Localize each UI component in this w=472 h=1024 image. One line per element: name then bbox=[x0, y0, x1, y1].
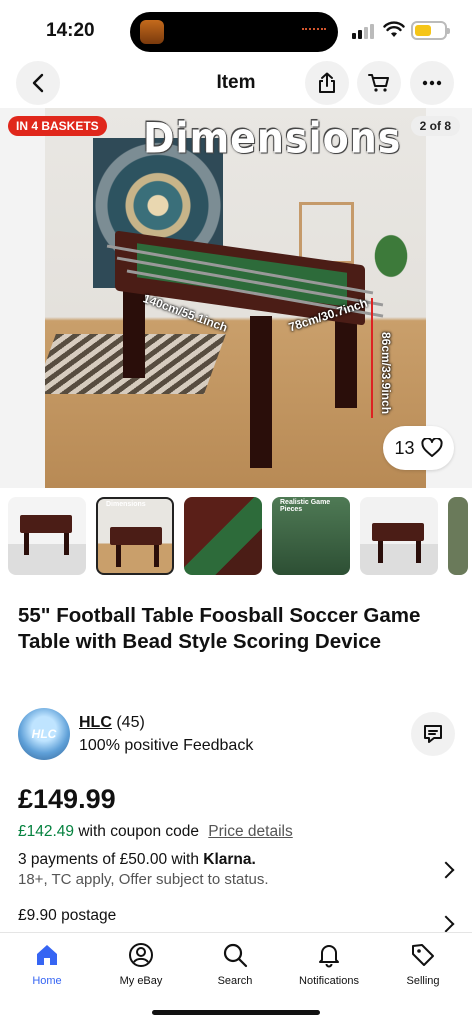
seller-avatar[interactable]: HLC bbox=[18, 708, 70, 760]
dimension-height-label: 86cm/33.9inch bbox=[379, 331, 394, 415]
bell-icon bbox=[319, 945, 339, 968]
thumbnail-5[interactable] bbox=[360, 497, 438, 575]
nav-selling[interactable]: Selling bbox=[378, 941, 468, 987]
nav-home-label: Home bbox=[32, 975, 62, 987]
cart-icon bbox=[368, 74, 389, 92]
home-icon bbox=[37, 945, 57, 965]
share-button[interactable] bbox=[305, 61, 349, 105]
share-icon bbox=[319, 72, 335, 93]
postage-info[interactable]: £9.90 postage bbox=[18, 907, 116, 925]
payments-text: 3 payments of £50.00 with bbox=[18, 851, 199, 868]
recording-indicator bbox=[302, 28, 326, 32]
klarna-logo: Klarna. bbox=[203, 851, 256, 868]
home-indicator bbox=[152, 1010, 320, 1015]
watch-count: 13 bbox=[394, 437, 415, 458]
seller-name-row: HLC (45) bbox=[79, 714, 145, 732]
status-time: 14:20 bbox=[46, 20, 95, 41]
price-details-link[interactable]: Price details bbox=[208, 823, 292, 840]
chevron-right-icon[interactable] bbox=[437, 915, 455, 933]
nav-home[interactable]: Home bbox=[2, 941, 92, 987]
heart-icon bbox=[420, 438, 443, 457]
avatar-logo-text: HLC bbox=[31, 727, 57, 741]
search-icon bbox=[223, 943, 248, 968]
top-header: Item bbox=[0, 60, 472, 106]
coupon-row: £142.49 with coupon code Price details bbox=[18, 823, 293, 841]
page-title: Item bbox=[216, 72, 256, 93]
battery-icon bbox=[411, 21, 450, 40]
coupon-price: £142.49 bbox=[18, 823, 75, 840]
watch-button[interactable]: 13 bbox=[383, 426, 454, 470]
user-circle-icon bbox=[129, 943, 153, 967]
cart-button[interactable] bbox=[357, 61, 401, 105]
seller-feedback-count: (45) bbox=[116, 714, 145, 731]
seller-name-link[interactable]: HLC bbox=[79, 714, 112, 731]
thumbnail-caption: Realistic Game Pieces bbox=[280, 499, 331, 513]
chevron-right-icon[interactable] bbox=[437, 861, 455, 879]
nav-search[interactable]: Search bbox=[190, 941, 280, 987]
tag-icon bbox=[412, 944, 434, 966]
live-activity-app-icon bbox=[140, 20, 164, 44]
wifi-icon bbox=[383, 21, 405, 37]
more-horizontal-icon bbox=[422, 80, 442, 86]
item-image-gallery[interactable]: 140cm/55.1inch 78cm/30.7inch 86cm/33.9in… bbox=[0, 108, 472, 488]
seller-feedback-percent: 100% positive Feedback bbox=[79, 737, 254, 754]
item-title: 55" Football Table Foosball Soccer Game … bbox=[18, 604, 421, 653]
thumbnail-4[interactable]: Realistic Game Pieces bbox=[272, 497, 350, 575]
coupon-text: with coupon code bbox=[78, 823, 199, 840]
more-options-button[interactable] bbox=[410, 61, 454, 105]
wall-shelf bbox=[299, 202, 354, 264]
thumbnail-6[interactable] bbox=[448, 497, 468, 575]
cellular-signal-icon bbox=[352, 24, 374, 39]
image-page-indicator: 2 of 8 bbox=[410, 116, 460, 136]
seller-section[interactable]: HLC HLC (45) 100% positive Feedback bbox=[18, 708, 458, 762]
nav-selling-label: Selling bbox=[406, 975, 440, 987]
house-plant bbox=[363, 220, 419, 280]
thumbnail-caption: Dimensions bbox=[106, 501, 146, 508]
status-bar: 14:20 bbox=[0, 0, 472, 62]
item-price: £149.99 bbox=[18, 784, 116, 814]
klarna-payments-row[interactable]: 3 payments of £50.00 with Klarna. bbox=[18, 851, 418, 869]
nav-my-ebay[interactable]: My eBay bbox=[96, 941, 186, 987]
message-icon bbox=[424, 725, 442, 743]
image-overlay-title: Dimensions bbox=[143, 113, 402, 163]
dynamic-island bbox=[130, 12, 338, 52]
thumbnail-2[interactable]: Dimensions bbox=[96, 497, 174, 575]
thumbnail-1[interactable] bbox=[8, 497, 86, 575]
nav-search-label: Search bbox=[217, 975, 253, 987]
payments-disclaimer: 18+, TC apply, Offer subject to status. bbox=[18, 871, 269, 888]
thumbnail-strip: Dimensions Realistic Game Pieces bbox=[8, 497, 472, 577]
in-baskets-badge: IN 4 BASKETS bbox=[8, 116, 107, 136]
nav-notifications[interactable]: Notifications bbox=[284, 941, 374, 987]
product-photo: 140cm/55.1inch 78cm/30.7inch 86cm/33.9in… bbox=[45, 108, 426, 488]
nav-my-ebay-label: My eBay bbox=[119, 975, 163, 987]
thumbnail-3[interactable] bbox=[184, 497, 262, 575]
nav-notifications-label: Notifications bbox=[299, 975, 359, 987]
contact-seller-button[interactable] bbox=[411, 712, 455, 756]
